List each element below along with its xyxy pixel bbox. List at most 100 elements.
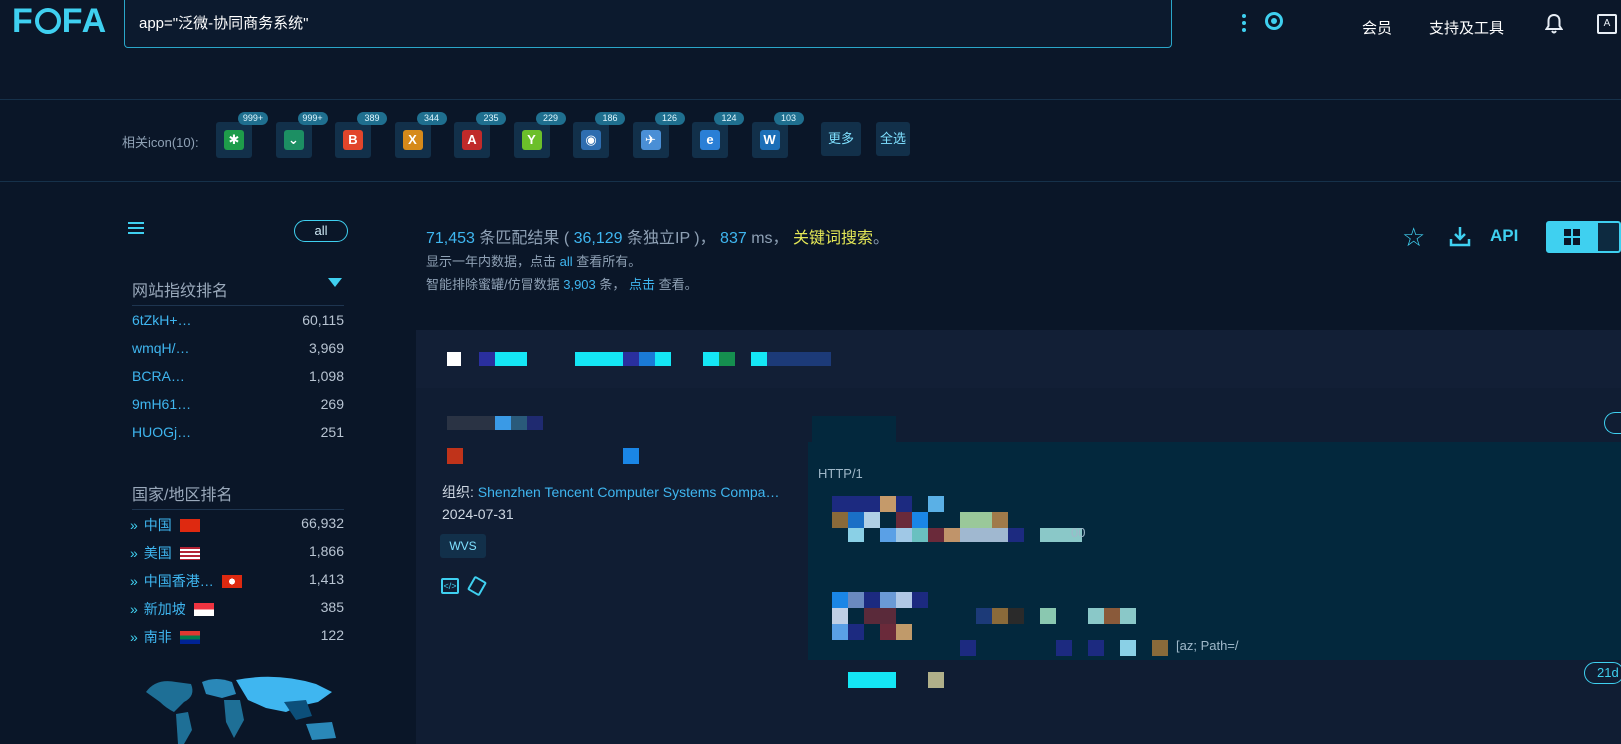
icon-count-badge: 186 [595,112,625,125]
grid-view-button[interactable] [1548,223,1598,251]
star-icon[interactable]: ☆ [1402,224,1425,250]
fofa-logo[interactable]: F FA [12,2,107,41]
country-flag-icon [179,519,200,532]
notice-text: 查看所有。 [572,254,642,269]
redacted-block [832,592,848,608]
country-flag-icon [179,547,200,560]
related-icon-10[interactable]: W 103 [751,112,804,158]
more-options-icon[interactable] [1242,14,1246,32]
country-row[interactable]: » 中国香港… 1,413 [130,571,344,591]
related-icons-bar: 相关icon(10): ✱ 999+ ⌄ 999+ B 389 X 344 A 235 Y 229 ◉ 1… [0,100,1621,182]
icon-count-badge: 999+ [297,112,328,125]
country-name[interactable]: 新加坡 [144,601,186,617]
expand-chevron-icon[interactable]: » [130,601,138,617]
redacted-block [1008,608,1024,624]
fingerprint-count: 269 [320,396,344,412]
nav-support-tools[interactable]: 支持及工具 [1429,17,1504,38]
redacted-block [719,352,735,366]
country-count: 1,413 [308,571,344,587]
related-icon-6[interactable]: Y 229 [513,112,566,158]
redacted-block [1040,608,1056,624]
expand-chevron-icon[interactable]: » [130,545,138,561]
redacted-block [447,352,461,366]
fingerprint-row[interactable]: HUOGj… 251 [132,424,344,440]
settings-sliders-icon[interactable] [128,222,144,236]
expand-chevron-icon[interactable]: » [130,573,138,589]
country-name[interactable]: 中国 [144,517,172,533]
copy-pill[interactable] [1604,412,1621,434]
fingerprint-row[interactable]: BCRA… 1,098 [132,368,344,384]
redacted-block [848,592,864,608]
redacted-block [864,592,880,608]
view-toggle[interactable] [1546,221,1621,253]
redacted-block [912,528,928,542]
related-icon-1[interactable]: ✱ 999+ [216,112,268,158]
redacted-block [495,352,527,366]
fingerprint-count: 1,098 [308,368,344,384]
related-icon-8[interactable]: ✈ 126 [632,112,685,158]
redacted-block [848,512,864,528]
search-input[interactable] [139,8,1039,36]
redacted-block [960,528,1008,542]
country-row[interactable]: » 新加坡 385 [130,599,344,619]
org-value-link[interactable]: Shenzhen Tencent Computer Systems Compa… [478,484,780,500]
country-name[interactable]: 中国香港… [144,573,214,589]
code-icon[interactable]: </> [441,578,459,594]
country-rank-title: 国家/地区排名 [132,487,233,504]
icon-count-badge: 229 [535,112,566,125]
related-icon-9[interactable]: e 124 [692,112,744,158]
org-label: 组织: [442,484,478,500]
related-icon-3[interactable]: B 389 [335,112,387,158]
keyword-search-link[interactable]: 关键词搜索 [793,230,873,247]
country-count: 66,932 [301,515,344,531]
view-honeypot-link[interactable]: 点击 [629,277,655,292]
related-icon-4[interactable]: X 344 [394,112,447,158]
redacted-block [880,496,896,512]
all-filter-pill[interactable]: all [294,220,348,242]
fingerprint-name[interactable]: HUOGj… [132,424,191,440]
language-icon[interactable]: A [1597,14,1617,34]
country-row[interactable]: » 美国 1,866 [130,543,344,563]
redacted-block [896,512,912,528]
cookie-fragment: [az; Path=/ [1176,638,1239,653]
related-icon-2[interactable]: ⌄ 999+ [275,112,328,158]
red-a-icon: A [462,130,482,150]
redacted-block [832,624,848,640]
country-name[interactable]: 南非 [144,629,172,645]
fingerprint-name[interactable]: 6tZkH+… [132,312,192,328]
download-icon[interactable] [1448,224,1472,248]
api-button[interactable]: API [1490,226,1518,246]
redacted-block [575,352,623,366]
related-icons-label: 相关icon(10): [122,135,199,150]
expand-chevron-icon[interactable]: » [130,629,138,645]
total-results: 71,453 [426,230,475,247]
related-icon-5[interactable]: A 235 [454,112,506,158]
redacted-block [623,448,639,464]
nav-member[interactable]: 会员 [1362,17,1392,38]
fingerprint-name[interactable]: wmqH/… [132,340,190,356]
fingerprint-row[interactable]: 6tZkH+… 60,115 [132,312,344,328]
fingerprint-name[interactable]: 9mH61… [132,396,191,412]
bell-icon[interactable] [1545,13,1563,35]
filter-funnel-icon[interactable] [328,278,342,287]
divider [132,305,344,306]
fingerprint-row[interactable]: 9mH61… 269 [132,396,344,412]
select-all-button[interactable]: 全选 [876,122,910,156]
icon-count-badge: 999+ [238,112,268,125]
related-icon-7[interactable]: ◉ 186 [573,112,625,158]
fingerprint-name[interactable]: BCRA… [132,368,185,384]
fingerprint-row[interactable]: wmqH/… 3,969 [132,340,344,356]
redacted-block [767,352,831,366]
country-name[interactable]: 美国 [144,545,172,561]
search-icon[interactable] [1265,12,1283,30]
country-row[interactable]: » 南非 122 [130,627,344,647]
expand-chevron-icon[interactable]: » [130,517,138,533]
view-all-link[interactable]: all [560,254,573,269]
notice-text: 显示一年内数据，点击 [426,254,560,269]
more-icons-button[interactable]: 更多 [821,122,861,156]
search-bar[interactable] [124,0,1283,48]
product-tag[interactable]: WVS [440,534,486,558]
country-row[interactable]: » 中国 66,932 [130,515,344,535]
world-map-heatmap[interactable] [136,672,342,744]
country-count: 385 [320,599,344,615]
